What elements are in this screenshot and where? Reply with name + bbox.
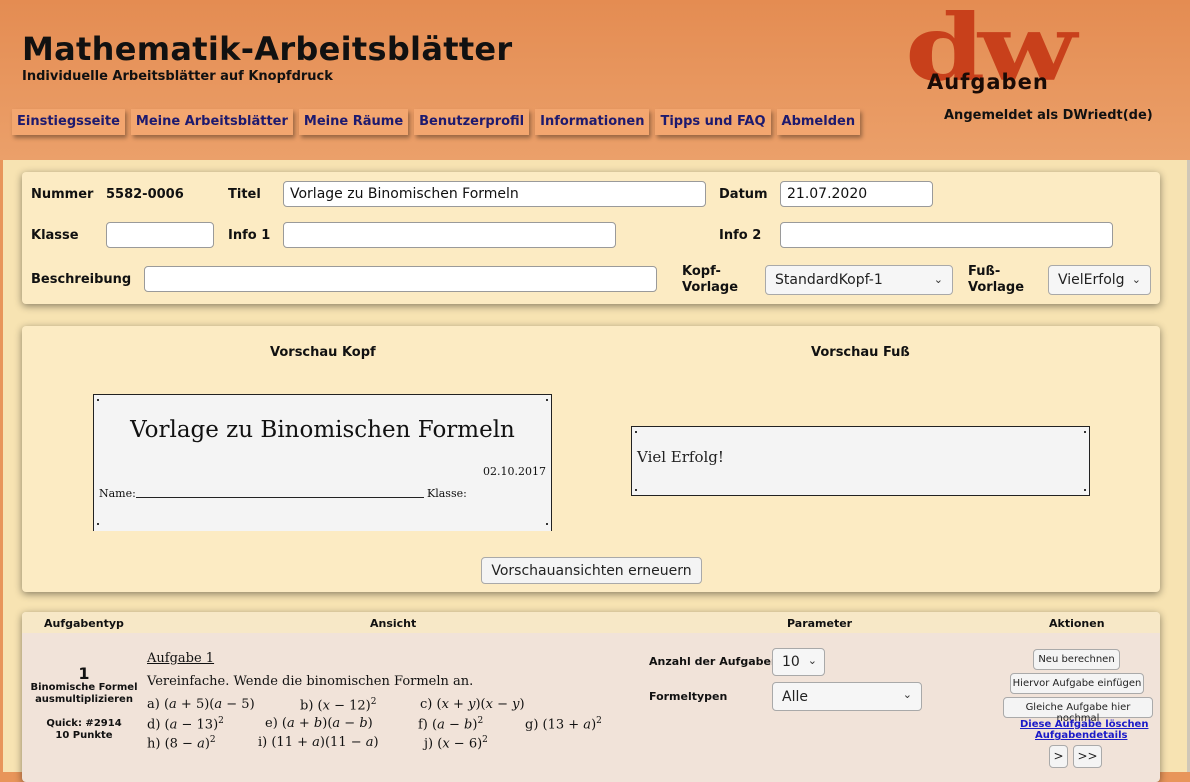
recalculate-button[interactable]: Neu berechnen <box>1033 649 1120 670</box>
head-preview-name-label: Name: <box>99 487 136 500</box>
info1-label: Info 1 <box>228 228 271 243</box>
chevron-down-icon: ⌄ <box>933 273 943 286</box>
head-preview-date: 02.10.2017 <box>483 465 546 478</box>
nav-benutzerprofil[interactable]: Benutzerprofil <box>414 109 530 135</box>
task-quick-code: Quick: #2914 <box>46 718 122 729</box>
next-task-button[interactable]: > <box>1049 745 1068 768</box>
preview-panel: Vorschau Kopf Vorschau Fuß Vorlage zu Bi… <box>22 326 1160 592</box>
nummer-label: Nummer <box>31 187 94 202</box>
beschreibung-input[interactable] <box>144 266 657 292</box>
nummer-value: 5582-0006 <box>106 187 184 202</box>
info2-label: Info 2 <box>719 228 762 243</box>
kopf-vorlage-select[interactable]: StandardKopf-1 ⌄ <box>765 265 953 295</box>
task-details-link[interactable]: Aufgabendetails <box>1035 730 1127 741</box>
chevron-down-icon: ⌄ <box>1131 273 1141 286</box>
param-count-value: 10 <box>782 654 800 670</box>
task-expr-f: f) (a − b)2 <box>418 716 484 733</box>
param-types-value: Alle <box>782 689 808 705</box>
last-task-button[interactable]: >> <box>1073 745 1102 768</box>
site-title: Mathematik-Arbeitsblätter <box>22 30 513 68</box>
logo-sub-text: Aufgaben <box>927 70 1049 94</box>
login-status: Angemeldet als DWriedt(de) <box>944 108 1153 123</box>
task-expr-j: j) (x − 6)2 <box>424 735 488 752</box>
nav-informationen[interactable]: Informationen <box>535 109 650 135</box>
beschreibung-label: Beschreibung <box>31 272 132 287</box>
preview-head-title: Vorschau Kopf <box>270 345 376 360</box>
task-expr-h: h) (8 − a)2 <box>147 735 216 752</box>
task-expr-a: a) (a + 5)(a − 5) <box>147 697 255 712</box>
site-subtitle: Individuelle Arbeitsblätter auf Knopfdru… <box>22 69 333 84</box>
info1-input[interactable] <box>283 222 616 248</box>
preview-foot-title: Vorschau Fuß <box>811 345 910 360</box>
nav-einstiegsseite[interactable]: Einstiegsseite <box>12 109 125 135</box>
duplicate-task-button[interactable]: Gleiche Aufgabe hier nochmal <box>1003 697 1153 724</box>
nav-abmelden[interactable]: Abmelden <box>776 109 861 135</box>
task-instruction: Vereinfache. Wende die binomischen Forme… <box>147 674 474 689</box>
task-expr-b: b) (x − 12)2 <box>300 697 377 714</box>
col-header-ansicht: Ansicht <box>370 617 417 630</box>
klasse-input[interactable] <box>106 222 214 248</box>
task-type-line2: ausmultiplizieren <box>35 694 133 705</box>
param-count-label: Anzahl der Aufgaben <box>649 655 779 668</box>
datum-input[interactable]: 21.07.2020 <box>780 181 933 207</box>
main-navigation: Einstiegsseite Meine Arbeitsblätter Mein… <box>12 109 861 135</box>
head-preview-heading: Vorlage zu Binomischen Formeln <box>130 417 515 443</box>
kopf-vorlage-label-1: Kopf- <box>682 264 721 279</box>
titel-label: Titel <box>228 187 261 202</box>
datum-label: Datum <box>719 187 768 202</box>
fuss-vorlage-value: VielErfolg <box>1058 272 1125 288</box>
fuss-vorlage-label-2: Vorlage <box>968 280 1025 295</box>
kopf-vorlage-label-2: Vorlage <box>682 280 739 295</box>
task-points: 10 Punkte <box>55 730 113 741</box>
task-expr-c: c) (x + y)(x − y) <box>420 697 525 712</box>
param-count-select[interactable]: 10 ⌄ <box>772 648 825 676</box>
head-preview-klasse-label: Klasse: <box>427 487 467 500</box>
task-expr-i: i) (11 + a)(11 − a) <box>258 735 379 750</box>
nav-meine-raeume[interactable]: Meine Räume <box>298 109 409 135</box>
nav-meine-arbeitsblaetter[interactable]: Meine Arbeitsblätter <box>130 109 293 135</box>
dw-aufgaben-logo[interactable]: dw Aufgaben <box>905 2 1155 96</box>
chevron-down-icon: ⌄ <box>807 654 817 667</box>
insert-task-before-button[interactable]: Hiervor Aufgabe einfügen <box>1010 673 1144 694</box>
info2-input[interactable] <box>780 222 1113 248</box>
param-types-label: Formeltypen <box>649 690 728 703</box>
task-type-line1: Binomische Formel <box>30 682 138 693</box>
foot-preview-text: Viel Erfolg! <box>637 448 724 466</box>
param-types-select[interactable]: Alle ⌄ <box>772 682 922 711</box>
task-expr-d: d) (a − 13)2 <box>147 716 224 733</box>
site-header: Mathematik-Arbeitsblätter Individuelle A… <box>0 0 1190 160</box>
task-expr-e: e) (a + b)(a − b) <box>265 716 373 731</box>
name-line <box>136 497 424 498</box>
titel-input[interactable]: Vorlage zu Binomischen Formeln <box>283 181 706 207</box>
tasks-table-header <box>22 612 1160 633</box>
task-number: 1 <box>78 664 90 683</box>
task-expr-g: g) (13 + a)2 <box>525 716 602 733</box>
task-aufgabe-title: Aufgabe 1 <box>147 651 215 666</box>
klasse-label: Klasse <box>31 228 79 243</box>
col-header-aufgabentyp: Aufgabentyp <box>44 617 124 630</box>
col-header-parameter: Parameter <box>787 617 853 630</box>
col-header-aktionen: Aktionen <box>1049 617 1105 630</box>
kopf-vorlage-value: StandardKopf-1 <box>775 272 883 288</box>
fuss-vorlage-select[interactable]: VielErfolg ⌄ <box>1048 265 1151 295</box>
delete-task-link[interactable]: Diese Aufgabe löschen <box>1020 719 1148 730</box>
nav-tipps-und-faq[interactable]: Tipps und FAQ <box>655 109 771 135</box>
tasks-panel: Aufgabentyp Ansicht Parameter Aktionen 1… <box>22 612 1160 782</box>
chevron-down-icon: ⌄ <box>902 688 912 701</box>
foot-preview-image: Viel Erfolg! <box>631 426 1090 496</box>
fuss-vorlage-label-1: Fuß- <box>968 264 1001 279</box>
refresh-previews-button[interactable]: Vorschauansichten erneuern <box>481 557 702 584</box>
worksheet-meta-panel: Nummer 5582-0006 Titel Vorlage zu Binomi… <box>22 172 1160 304</box>
head-preview-image: Vorlage zu Binomischen Formeln 02.10.201… <box>93 394 552 531</box>
